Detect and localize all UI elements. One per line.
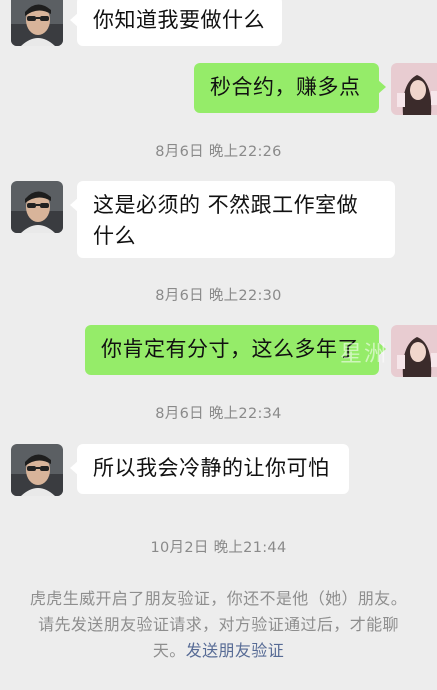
message-bubble-incoming[interactable]: 这是必须的 不然跟工作室做什么 bbox=[70, 181, 395, 258]
contact-avatar-image bbox=[11, 0, 63, 46]
message-timestamp: 10月2日 晚上21:44 bbox=[150, 540, 287, 556]
message-text: 秒合约，赚多点 bbox=[210, 75, 361, 99]
message-text: 你肯定有分寸，这么多年了 bbox=[101, 337, 359, 361]
self-avatar-image bbox=[391, 63, 437, 115]
contact-avatar-image bbox=[11, 181, 63, 233]
contact-avatar[interactable] bbox=[11, 444, 63, 496]
contact-avatar[interactable] bbox=[11, 0, 63, 46]
send-verification-link[interactable]: 发送朋友验证 bbox=[186, 641, 284, 660]
message-text: 这是必须的 不然跟工作室做什么 bbox=[93, 193, 359, 248]
message-bubble-outgoing[interactable]: 你肯定有分寸，这么多年了 bbox=[85, 325, 386, 375]
message-timestamp: 8月6日 晚上22:30 bbox=[155, 288, 282, 304]
contact-avatar-image bbox=[11, 444, 63, 496]
self-avatar-image bbox=[391, 325, 437, 377]
message-bubble-outgoing[interactable]: 秒合约，赚多点 bbox=[194, 63, 386, 113]
message-text: 所以我会冷静的让你可怕 bbox=[93, 456, 330, 480]
message-timestamp: 8月6日 晚上22:34 bbox=[155, 406, 282, 422]
contact-avatar[interactable] bbox=[11, 181, 63, 233]
self-avatar[interactable] bbox=[391, 63, 437, 115]
friend-verification-notice: 虎虎生威开启了朋友验证，你还不是他（她）朋友。请先发送朋友验证请求，对方验证通过… bbox=[28, 586, 409, 664]
message-bubble-incoming[interactable]: 所以我会冷静的让你可怕 bbox=[70, 444, 349, 494]
self-avatar[interactable] bbox=[391, 325, 437, 377]
message-bubble-incoming[interactable]: 你知道我要做什么 bbox=[70, 0, 282, 46]
message-timestamp: 8月6日 晚上22:26 bbox=[155, 144, 282, 160]
message-text: 你知道我要做什么 bbox=[93, 8, 265, 32]
